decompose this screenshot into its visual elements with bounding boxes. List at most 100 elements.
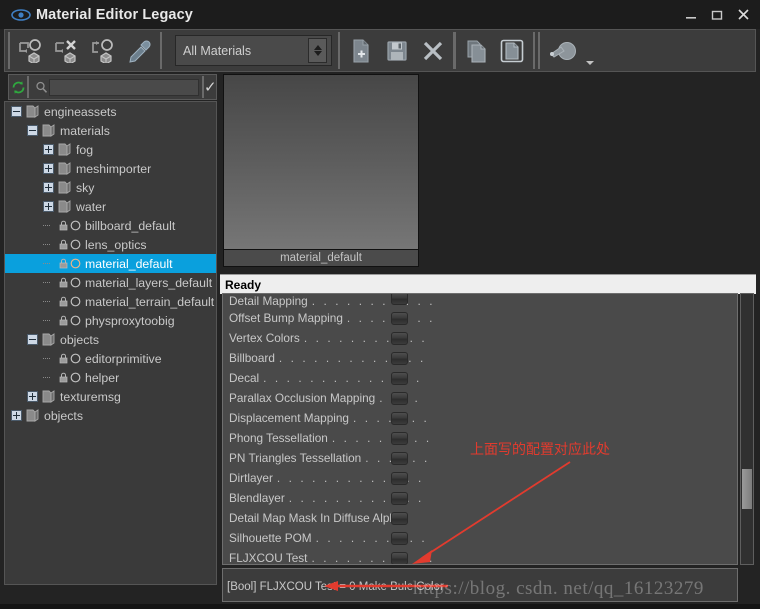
check-icon[interactable]: ✓ xyxy=(202,76,217,98)
tree-item-label: material_layers_default xyxy=(85,275,213,290)
sphere-preview-icon[interactable] xyxy=(543,34,583,67)
expand-icon[interactable] xyxy=(43,144,54,155)
tree-item-label: material_terrain_default xyxy=(85,294,215,309)
expand-icon[interactable] xyxy=(27,391,38,402)
tree-branch-line xyxy=(43,372,54,383)
shader-param-row[interactable]: Displacement Mapping. . . . . . . xyxy=(223,408,737,428)
lock-icon xyxy=(58,314,69,328)
shader-param-checkbox[interactable] xyxy=(391,531,408,545)
leader-dots: . . . . . . . . . . . xyxy=(303,331,428,345)
material-preview-caption: material_default xyxy=(223,249,419,267)
copy-pages-icon[interactable] xyxy=(458,34,494,67)
tree-item-sky[interactable]: sky xyxy=(5,178,216,197)
expand-icon[interactable] xyxy=(43,182,54,193)
search-input[interactable] xyxy=(49,78,199,96)
maximize-button[interactable] xyxy=(704,2,730,28)
tree-item-material-default[interactable]: material_default xyxy=(5,254,216,273)
shader-params-panel[interactable]: Detail Mapping. . . . . . . . . . . Offse… xyxy=(222,293,738,565)
material-preview[interactable] xyxy=(223,74,419,267)
properties-scrollbar[interactable] xyxy=(740,293,754,565)
shader-param-checkbox[interactable] xyxy=(391,391,408,405)
tree-item-label: fog xyxy=(76,142,94,157)
material-sphere-icon xyxy=(69,295,82,309)
shader-param-checkbox[interactable] xyxy=(391,551,408,564)
tree-item-objects[interactable]: objects xyxy=(5,406,216,425)
shader-param-checkbox[interactable] xyxy=(391,294,408,305)
tree-item-objects[interactable]: objects xyxy=(5,330,216,349)
material-filter-dropdown[interactable]: All Materials xyxy=(175,35,332,66)
shader-param-row[interactable]: Silhouette POM. . . . . . . . . . xyxy=(223,528,737,548)
minimize-button[interactable] xyxy=(678,2,704,28)
collapse-icon[interactable] xyxy=(27,125,38,136)
shader-param-checkbox[interactable] xyxy=(391,511,408,525)
shader-param-label: FLJXCOU Test xyxy=(229,551,308,565)
spinner-arrows-icon[interactable] xyxy=(308,38,327,63)
shader-param-row[interactable]: Detail Map Mask In Diffuse Alpha xyxy=(223,508,737,528)
window-bottom-border xyxy=(0,604,760,609)
refresh-icon[interactable] xyxy=(10,76,29,98)
delete-x-icon[interactable] xyxy=(415,34,451,67)
tree-item-materials[interactable]: materials xyxy=(5,121,216,140)
shader-param-checkbox[interactable] xyxy=(391,371,408,385)
tree-item-label: materials xyxy=(60,123,110,138)
chevron-down-icon[interactable] xyxy=(583,32,597,70)
toolbar-group-preview xyxy=(538,32,600,69)
material-editor-window: Material Editor Legacy All Materials ✓ e… xyxy=(0,0,760,609)
shader-param-checkbox[interactable] xyxy=(391,411,408,425)
shader-param-row[interactable]: Offset Bump Mapping. . . . . . . . xyxy=(223,308,737,328)
tree-item-water[interactable]: water xyxy=(5,197,216,216)
shader-param-row[interactable]: Dirtlayer. . . . . . . . . . . . . xyxy=(223,468,737,488)
tree-item-editorprimitive[interactable]: editorprimitive xyxy=(5,349,216,368)
tree-item-material-layers-default[interactable]: material_layers_default xyxy=(5,273,216,292)
shader-param-checkbox[interactable] xyxy=(391,431,408,445)
tree-item-meshimporter[interactable]: meshimporter xyxy=(5,159,216,178)
folder-icon xyxy=(57,199,73,214)
toolbar-group-file xyxy=(338,32,456,69)
collapse-icon[interactable] xyxy=(11,106,22,117)
paste-page-icon[interactable] xyxy=(494,34,530,67)
status-ready-bar: Ready xyxy=(220,274,756,294)
tree-item-texturemsg[interactable]: texturemsg xyxy=(5,387,216,406)
close-button[interactable] xyxy=(730,2,756,28)
folder-icon xyxy=(57,180,73,195)
material-tree-panel[interactable]: engineassets materials fog meshimporter sky w… xyxy=(4,101,217,585)
shader-param-row[interactable]: Parallax Occlusion Mapping. . . . xyxy=(223,388,737,408)
shader-param-row[interactable]: FLJXCOU Test. . . . . . . . . . . xyxy=(223,548,737,565)
watermark-text: https://blog. csdn. net/qq_16123279 xyxy=(413,578,704,599)
shader-param-checkbox[interactable] xyxy=(391,351,408,365)
shader-param-row[interactable]: Blendlayer. . . . . . . . . . . . xyxy=(223,488,737,508)
eyedropper-icon[interactable] xyxy=(121,34,157,67)
remove-material-icon[interactable] xyxy=(49,34,85,67)
tree-branch-line xyxy=(43,239,54,250)
tree-item-lens-optics[interactable]: lens_optics xyxy=(5,235,216,254)
tree-item-label: sky xyxy=(76,180,95,195)
tree-item-billboard-default[interactable]: billboard_default xyxy=(5,216,216,235)
shader-param-label: Billboard xyxy=(229,351,275,365)
tree-item-material-terrain-default[interactable]: material_terrain_default xyxy=(5,292,216,311)
shader-param-checkbox[interactable] xyxy=(391,311,408,325)
expand-icon[interactable] xyxy=(43,163,54,174)
shader-param-checkbox[interactable] xyxy=(391,471,408,485)
expand-icon[interactable] xyxy=(11,410,22,421)
tree-item-fog[interactable]: fog xyxy=(5,140,216,159)
shader-param-row[interactable]: Decal. . . . . . . . . . . . . . xyxy=(223,368,737,388)
scrollbar-thumb[interactable] xyxy=(742,469,752,509)
shader-param-row[interactable]: Vertex Colors. . . . . . . . . . . xyxy=(223,328,737,348)
get-material-icon[interactable] xyxy=(85,34,121,67)
shader-param-row[interactable]: Detail Mapping. . . . . . . . . . . xyxy=(223,294,737,308)
shader-param-row[interactable]: Billboard. . . . . . . . . . . . . xyxy=(223,348,737,368)
tree-item-engineassets[interactable]: engineassets xyxy=(5,102,216,121)
search-icon xyxy=(33,79,49,96)
shader-param-checkbox[interactable] xyxy=(391,491,408,505)
shader-param-checkbox[interactable] xyxy=(391,331,408,345)
save-floppy-icon[interactable] xyxy=(379,34,415,67)
tree-item-label: lens_optics xyxy=(85,237,147,252)
collapse-icon[interactable] xyxy=(27,334,38,345)
tree-item-helper[interactable]: helper xyxy=(5,368,216,387)
shader-param-checkbox[interactable] xyxy=(391,451,408,465)
new-file-icon[interactable] xyxy=(343,34,379,67)
tree-item-physproxytoobig[interactable]: physproxytoobig xyxy=(5,311,216,330)
expand-icon[interactable] xyxy=(43,201,54,212)
tree-item-label: objects xyxy=(44,408,83,423)
assign-material-icon[interactable] xyxy=(13,34,49,67)
